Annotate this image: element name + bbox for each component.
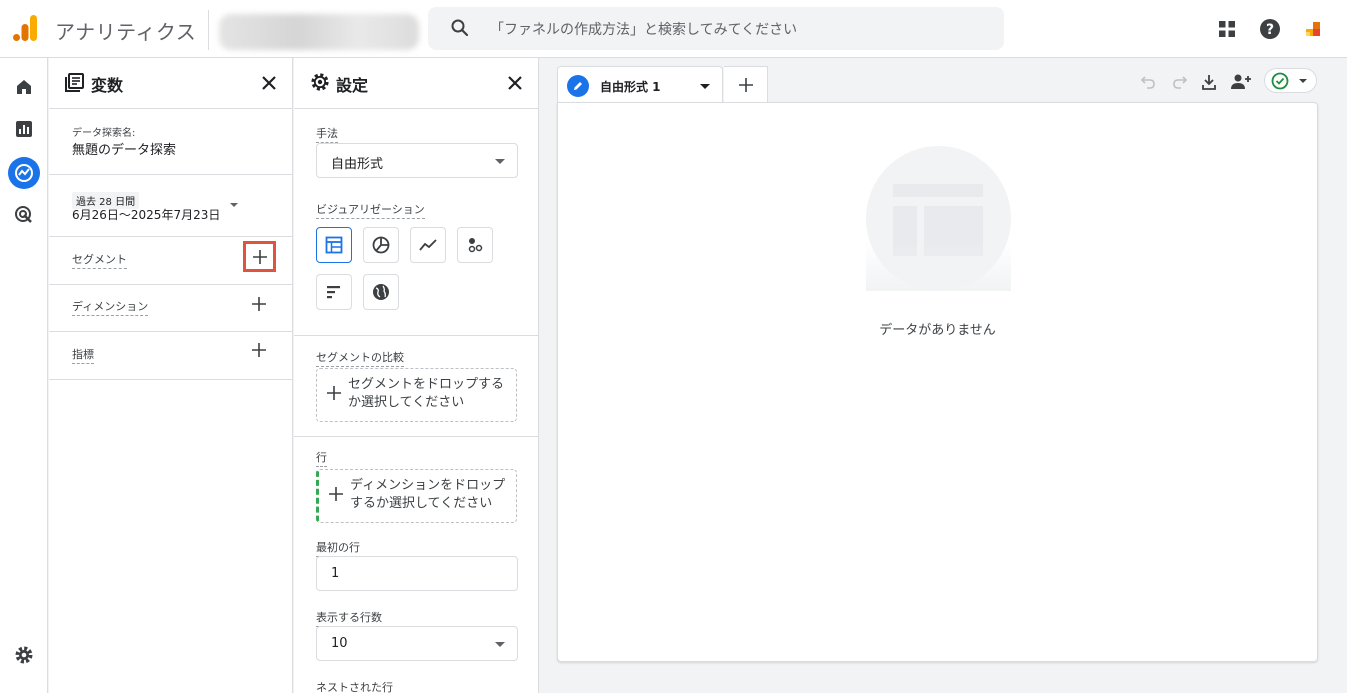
segment-dropzone-text: セグメントをドロップするか選択してください bbox=[348, 377, 505, 410]
first-row-label: 最初の行 bbox=[316, 539, 360, 557]
admin-gear-icon[interactable] bbox=[8, 639, 40, 671]
account-avatar-icon[interactable] bbox=[1301, 17, 1325, 41]
exploration-name-label: データ探索名: bbox=[72, 128, 136, 139]
close-icon[interactable] bbox=[258, 72, 280, 94]
undo-icon[interactable] bbox=[1137, 71, 1159, 93]
reports-icon[interactable] bbox=[8, 113, 40, 145]
line-chart-icon bbox=[419, 239, 437, 251]
viz-bar-button[interactable] bbox=[316, 274, 352, 310]
technique-value: 自由形式 bbox=[331, 157, 384, 172]
segment-comparison-label: セグメントの比較 bbox=[316, 349, 404, 367]
chevron-down-icon bbox=[495, 159, 505, 164]
settings-panel: 設定 手法 自由形式 ビジュアリゼーション セグメントの比較 セグメントをドロッ… bbox=[294, 58, 539, 693]
technique-section: 手法 自由形式 ビジュアリゼーション bbox=[294, 109, 538, 336]
viz-donut-button[interactable] bbox=[363, 227, 399, 263]
dimensions-label: ディメンション bbox=[72, 298, 149, 316]
search-icon bbox=[451, 19, 469, 37]
search-placeholder: 「ファネルの作成方法」と検索してみてください bbox=[490, 22, 798, 38]
chevron-down-icon bbox=[1299, 79, 1307, 83]
dimension-dropzone-text: ディメンションをドロップするか選択してください bbox=[350, 478, 506, 511]
tab-label: 自由形式 1 bbox=[600, 80, 661, 94]
redo-icon[interactable] bbox=[1169, 71, 1191, 93]
plus-icon bbox=[252, 249, 267, 264]
variables-title: 変数 bbox=[91, 76, 124, 95]
search-bar[interactable]: 「ファネルの作成方法」と検索してみてください bbox=[428, 7, 1004, 50]
dimensions-section: ディメンション bbox=[49, 285, 292, 332]
add-segment-button[interactable] bbox=[243, 241, 276, 272]
viz-line-button[interactable] bbox=[410, 227, 446, 263]
first-row-value: 1 bbox=[331, 566, 340, 581]
add-dimension-button[interactable] bbox=[247, 292, 271, 316]
chevron-down-icon bbox=[495, 642, 505, 647]
exploration-name-section[interactable]: データ探索名: 無題のデータ探索 bbox=[49, 109, 292, 175]
analytics-logo-icon[interactable] bbox=[12, 14, 38, 42]
segment-comparison-section: セグメントの比較 セグメントをドロップするか選択してください bbox=[294, 336, 538, 437]
dimension-dropzone[interactable]: ディメンションをドロップするか選択してください bbox=[316, 469, 517, 523]
technique-label: 手法 bbox=[316, 125, 338, 143]
nav-rail bbox=[0, 58, 48, 693]
pencil-icon bbox=[567, 75, 589, 97]
gear-icon bbox=[311, 73, 329, 91]
close-icon[interactable] bbox=[504, 72, 526, 94]
table-icon bbox=[325, 236, 343, 254]
settings-header: 設定 bbox=[294, 58, 538, 109]
metrics-label: 指標 bbox=[72, 346, 94, 364]
tab-menu-chevron-icon[interactable] bbox=[700, 84, 710, 89]
top-bar: アナリティクス 「ファネルの作成方法」と検索してみてください ? bbox=[0, 0, 1347, 58]
rows-to-show-value: 10 bbox=[331, 636, 348, 651]
advertising-icon[interactable] bbox=[8, 199, 40, 231]
check-circle-icon bbox=[1271, 72, 1289, 90]
app-title: アナリティクス bbox=[55, 20, 197, 44]
date-range-section[interactable]: 過去 28 日間 6月26日〜2025年7月23日 bbox=[49, 175, 292, 237]
date-range-text: 6月26日〜2025年7月23日 bbox=[72, 208, 221, 222]
share-users-icon[interactable] bbox=[1230, 71, 1252, 93]
rows-section: 行 ディメンションをドロップするか選択してください 最初の行 1 表示する行数 … bbox=[294, 437, 538, 693]
plus-icon bbox=[738, 78, 753, 92]
exploration-name[interactable]: 無題のデータ探索 bbox=[72, 139, 176, 158]
metrics-section: 指標 bbox=[49, 332, 292, 380]
svg-text:?: ? bbox=[1266, 22, 1274, 38]
download-icon[interactable] bbox=[1198, 71, 1220, 93]
bar-chart-icon bbox=[327, 286, 340, 299]
donut-chart-icon bbox=[372, 236, 390, 254]
nested-rows-label: ネストされた行 bbox=[316, 679, 393, 693]
segments-section: セグメント bbox=[49, 237, 292, 285]
visualization-label: ビジュアリゼーション bbox=[316, 201, 425, 219]
status-check-button[interactable] bbox=[1264, 68, 1317, 93]
date-dropdown-arrow-icon[interactable] bbox=[230, 203, 238, 207]
variables-list-icon bbox=[65, 73, 84, 92]
apps-grid-icon[interactable] bbox=[1215, 17, 1239, 41]
first-row-input[interactable]: 1 bbox=[316, 556, 518, 591]
rows-label: 行 bbox=[316, 449, 327, 467]
add-metric-button[interactable] bbox=[247, 338, 271, 362]
canvas-area: 自由形式 1 データがありません bbox=[540, 58, 1347, 693]
plus-icon bbox=[252, 343, 266, 357]
viz-geo-button[interactable] bbox=[363, 274, 399, 310]
tab-freeform-1[interactable]: 自由形式 1 bbox=[557, 66, 723, 103]
scatter-chart-icon bbox=[468, 238, 483, 253]
segments-label: セグメント bbox=[72, 251, 127, 269]
rows-to-show-select[interactable]: 10 bbox=[316, 626, 518, 661]
settings-title: 設定 bbox=[336, 76, 369, 95]
globe-icon bbox=[373, 284, 389, 300]
technique-select[interactable]: 自由形式 bbox=[316, 143, 518, 178]
empty-state-message: データがありません bbox=[879, 323, 996, 338]
explore-icon[interactable] bbox=[8, 157, 40, 189]
segment-dropzone[interactable]: セグメントをドロップするか選択してください bbox=[316, 368, 517, 422]
rows-to-show-label: 表示する行数 bbox=[316, 609, 382, 627]
variables-header: 変数 bbox=[49, 58, 292, 109]
plus-icon bbox=[329, 487, 343, 501]
home-icon[interactable] bbox=[8, 71, 40, 103]
exploration-canvas[interactable]: データがありません bbox=[557, 102, 1318, 662]
variables-panel: 変数 データ探索名: 無題のデータ探索 過去 28 日間 6月26日〜2025年… bbox=[49, 58, 293, 693]
viz-table-button[interactable] bbox=[316, 227, 352, 263]
empty-state-illustration-icon bbox=[866, 146, 1011, 291]
help-icon[interactable]: ? bbox=[1258, 17, 1282, 41]
plus-icon bbox=[252, 297, 266, 311]
account-selector[interactable] bbox=[208, 10, 423, 50]
plus-icon bbox=[327, 386, 341, 400]
add-tab-button[interactable] bbox=[724, 66, 768, 103]
viz-scatter-button[interactable] bbox=[457, 227, 493, 263]
